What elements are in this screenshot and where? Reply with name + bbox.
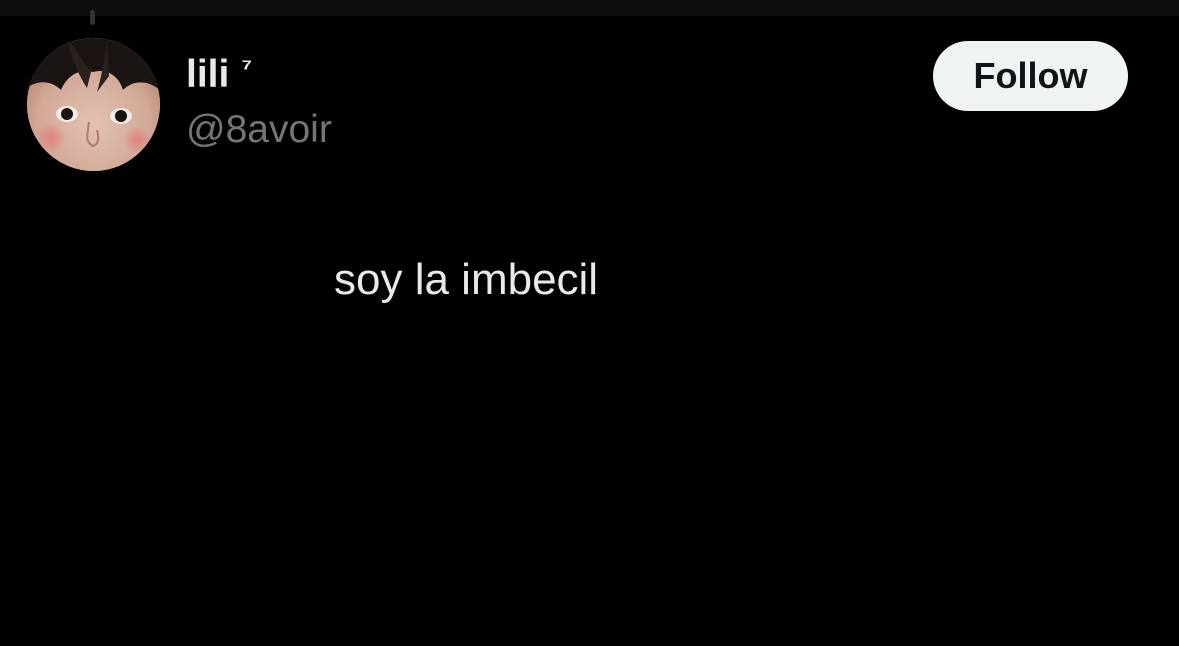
tweet-text: soy la imbecil — [334, 255, 599, 304]
top-divider — [0, 0, 1179, 16]
avatar[interactable] — [27, 38, 160, 171]
follow-button[interactable]: Follow — [933, 41, 1128, 111]
author-display-name[interactable]: lili — [186, 52, 229, 98]
avatar-photo-icon — [27, 38, 160, 171]
thread-connector-line — [90, 10, 95, 25]
author-badge: ⁷ — [241, 52, 253, 82]
author-name-row[interactable]: lili ⁷ — [186, 52, 252, 98]
author-handle[interactable]: @8avoir — [186, 107, 332, 153]
